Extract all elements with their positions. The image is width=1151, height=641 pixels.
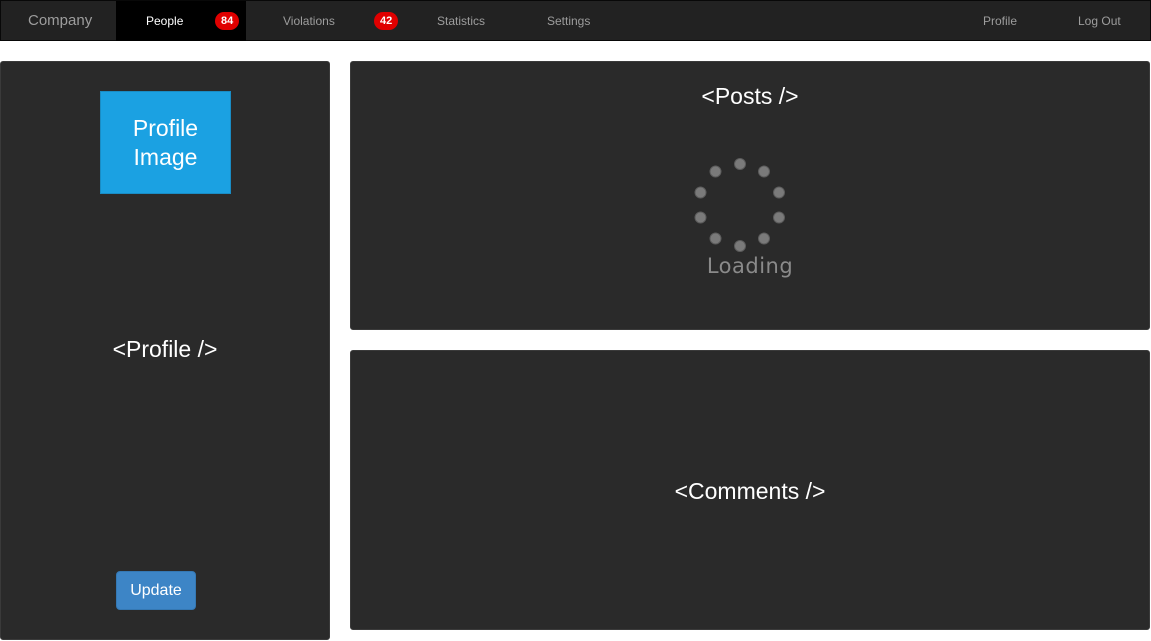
nav-item-statistics[interactable]: Statistics [437, 1, 485, 41]
nav-item-violations-label: Violations [283, 14, 335, 28]
brand-link[interactable]: Company [28, 1, 92, 41]
top-navbar: Company People 84 Violations 42 Statisti… [0, 0, 1151, 41]
loading-spinner-icon [694, 158, 785, 252]
update-button[interactable]: Update [116, 571, 196, 610]
profile-image-placeholder: Profile Image [100, 91, 231, 194]
profile-heading: <Profile /> [112, 336, 218, 362]
comments-panel: <Comments /> [350, 350, 1150, 630]
violations-count-badge: 42 [374, 12, 399, 30]
nav-item-violations[interactable]: Violations 42 [283, 1, 403, 41]
nav-item-people[interactable]: People 84 [116, 1, 246, 41]
nav-item-people-label: People [146, 14, 184, 28]
posts-panel: <Posts /> Loading [350, 61, 1150, 330]
loading-label: Loading [706, 254, 794, 278]
nav-item-settings[interactable]: Settings [547, 1, 590, 41]
nav-item-profile[interactable]: Profile [983, 1, 1017, 41]
people-count-badge: 84 [215, 12, 240, 30]
nav-item-logout[interactable]: Log Out [1078, 1, 1121, 41]
comments-heading: <Comments /> [674, 478, 826, 504]
profile-panel: Profile Image <Profile /> Update [0, 61, 330, 640]
posts-heading: <Posts /> [701, 83, 799, 109]
